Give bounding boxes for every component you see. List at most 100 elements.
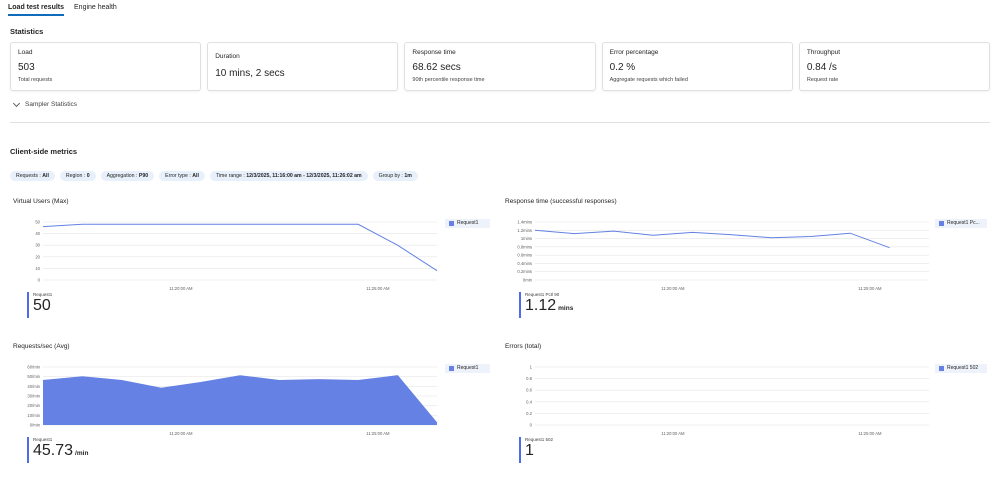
y-tick-label: 0.8 [526,376,532,381]
sampler-statistics-label: Sampler Statistics [25,101,78,108]
legend-swatch [939,366,944,371]
card-response-time: Response time 68.62 secs 90th percentile… [404,42,596,91]
filter-value: P90 [138,173,149,179]
chart-panel-virtual-users: Virtual Users (Max) 0 10 20 30 40 50 11:20:00 … [13,198,493,338]
y-tick-label: 20 [35,254,40,259]
legend-label: Request1 Pc... [947,220,980,226]
summary-unit: /min [75,450,89,457]
y-tick-label: 1.4mins [517,220,532,225]
summary-value: 1.12 [525,297,557,314]
x-tick-label: 11:20:00 AM [169,431,193,436]
card-label: Load [18,49,33,56]
filter-value: All [192,173,199,179]
card-label: Error percentage [609,49,659,56]
summary-value: 50 [33,297,51,314]
filter-key: Requests : [16,173,41,179]
y-tick-label: 0.4mins [517,261,532,266]
y-tick-label: 40/min [27,384,40,389]
card-duration: Duration 10 mins, 2 secs [207,42,399,91]
chart-panel-requests-per-sec: Requests/sec (Avg) 0/min 10/min 20/min 30/m… [13,343,493,478]
filter-error-type[interactable]: Error type : All [159,171,205,181]
y-tick-label: 0min [523,278,533,283]
y-tick-label: 0/min [30,423,41,428]
y-tick-label: 1.2mins [517,228,532,233]
chart-title: Response time (successful responses) [505,198,617,205]
y-tick-label: 1 [530,365,533,370]
y-tick-label: 0.2 [526,411,532,416]
chart-legend[interactable]: Request1 502 [935,364,987,373]
y-tick-label: 50/min [27,374,40,379]
y-tick-label: 30 [35,243,40,248]
chart-legend[interactable]: Request1 [445,219,490,228]
chart-legend[interactable]: Request1 Pc... [935,219,987,228]
card-value: 0.84 /s [806,62,837,73]
y-tick-label: 10/min [27,413,40,418]
chart-legend[interactable]: Request1 [445,364,490,373]
series-area [43,375,437,425]
y-tick-label: 1mins [521,236,532,241]
y-tick-label: 10 [35,266,40,271]
y-tick-label: 0.2mins [517,269,532,274]
legend-label: Request1 502 [947,365,979,371]
filter-region[interactable]: Region : 0 [59,171,96,181]
card-value: 68.62 secs [412,62,461,73]
x-tick-label: 11:25:00 AM [366,431,390,436]
x-tick-label: 11:25:00 AM [366,286,390,291]
x-tick-label: 11:20:00 AM [661,286,685,291]
statistics-title: Statistics [10,27,44,36]
y-tick-label: 30/min [27,394,40,399]
filter-key: Time range : [215,173,245,179]
sampler-statistics-toggle[interactable]: Sampler Statistics [12,99,78,108]
chart-title: Requests/sec (Avg) [13,343,70,350]
filter-value: 0 [86,173,90,179]
card-value: 503 [18,62,35,73]
filter-value: 1m [404,173,412,179]
chart-title: Virtual Users (Max) [13,198,69,205]
section-divider [10,122,990,123]
y-tick-label: 0.8mins [517,244,532,249]
statistics-cards: Load 503 Total requests Duration 10 mins… [10,42,991,91]
card-throughput: Throughput 0.84 /s Request rate [798,42,991,91]
filter-aggregation[interactable]: Aggregation : P90 [100,171,155,181]
card-label: Duration [215,53,240,60]
filter-key: Error type : [165,173,191,179]
chart-title: Errors (total) [505,343,542,350]
card-value: 10 mins, 2 secs [215,68,285,79]
card-sub: 90th percentile response time [412,77,485,83]
tab-load-test-results[interactable]: Load test results [8,0,65,16]
chart-summary: Request1 Pctl 90 1.12 mins [519,292,573,318]
card-value: 0.2 % [609,62,636,73]
y-tick-label: 0.6 [526,388,532,393]
series-line [534,229,890,249]
chart-virtual-users: 0 10 20 30 40 50 11:20:00 AM 11:25:00 AM [35,220,438,291]
filter-requests[interactable]: Requests : All [10,171,55,181]
y-tick-label: 0.4 [526,399,532,404]
chart-requests-per-sec: 0/min 10/min 20/min 30/min 40/min 50/min 60/mi… [27,365,438,436]
filter-value: All [42,173,49,179]
chevron-down-icon [12,99,21,107]
card-load: Load 503 Total requests [10,42,202,91]
x-tick-label: 11:25:00 AM [858,286,882,291]
card-sub: Aggregate requests which failed [609,77,688,83]
summary-unit: mins [558,305,574,312]
chart-summary: Request1 50 [27,292,53,318]
filter-group-by[interactable]: Group by : 1m [372,171,418,181]
legend-label: Request1 [457,220,479,226]
y-tick-label: 50 [35,220,40,225]
tab-bar: Load test results Engine health [8,0,117,16]
card-sub: Request rate [806,77,839,83]
y-tick-label: 40 [35,231,40,236]
filter-key: Region : [65,173,86,179]
summary-value: 45.73 [33,442,74,459]
filter-value: 12/3/2025, 11:16:00 am - 12/3/2025, 11:2… [246,173,362,179]
filter-key: Aggregation : [106,173,138,179]
legend-swatch [939,221,944,226]
y-tick-label: 0.6mins [517,253,532,258]
summary-value: 1 [525,442,534,459]
card-sub: Total requests [18,77,53,83]
x-tick-label: 11:20:00 AM [169,286,193,291]
tab-engine-health[interactable]: Engine health [74,0,117,16]
legend-swatch [449,221,454,226]
filter-time-range[interactable]: Time range : 12/3/2025, 11:16:00 am - 12… [209,171,368,181]
chart-panel-errors: Errors (total) 0 0.2 0.4 0.6 0.8 1 11:20:00 AM… [505,343,987,478]
